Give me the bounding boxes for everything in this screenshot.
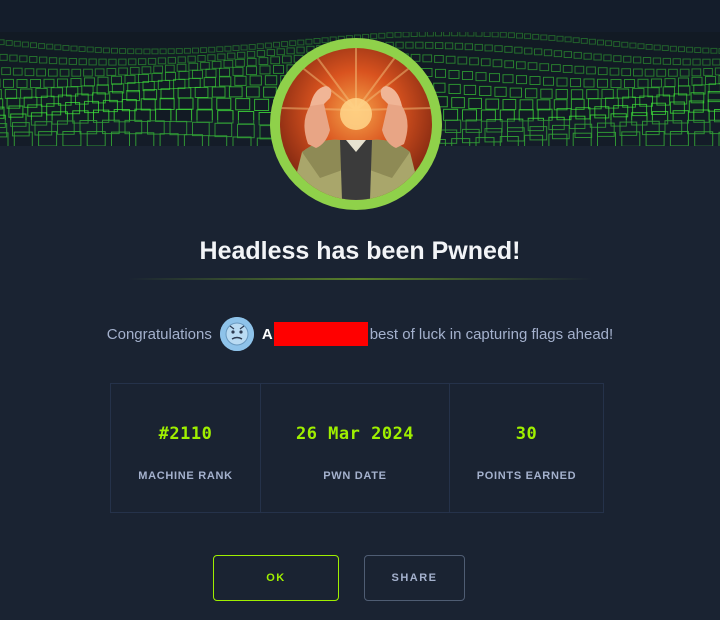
redacted-username — [273, 322, 368, 346]
stat-value: #2110 — [158, 424, 213, 444]
congrats-suffix: best of luck in capturing flags ahead! — [369, 325, 614, 343]
username-initial: A — [261, 325, 273, 343]
title-divider — [128, 278, 592, 280]
stat-pwn-date: 26 Mar 2024 PWN DATE — [261, 384, 450, 512]
page-title: Headless has been Pwned! — [199, 237, 521, 265]
stat-label: PWN DATE — [323, 470, 387, 482]
share-button[interactable]: SHARE — [364, 555, 465, 601]
stat-value: 26 Mar 2024 — [295, 424, 415, 444]
machine-avatar — [270, 38, 442, 210]
user-avatar-icon — [219, 317, 254, 351]
machine-avatar-icon — [280, 48, 432, 200]
stat-label: MACHINE RANK — [138, 470, 233, 482]
top-bar — [0, 0, 720, 32]
congratulations-message: Congratulations A best of luck in captur… — [0, 314, 720, 354]
stats-panel: #2110 MACHINE RANK 26 Mar 2024 PWN DATE … — [110, 383, 604, 513]
stat-points-earned: 30 POINTS EARNED — [450, 384, 603, 512]
congrats-prefix: Congratulations — [106, 325, 212, 343]
user-avatar — [219, 317, 254, 351]
stat-label: POINTS EARNED — [476, 470, 577, 482]
stat-value: 30 — [515, 424, 538, 444]
ok-button[interactable]: OK — [213, 555, 339, 601]
stat-machine-rank: #2110 MACHINE RANK — [111, 384, 261, 512]
